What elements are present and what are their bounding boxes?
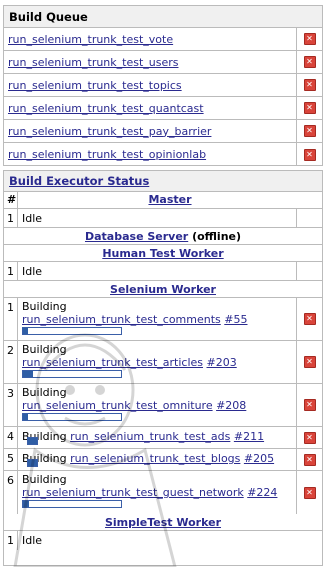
progress-bar: [27, 437, 38, 445]
cancel-icon[interactable]: ✕: [303, 79, 316, 91]
executor-status-link[interactable]: Build Executor Status: [9, 174, 149, 188]
cancel-icon[interactable]: ✕: [303, 148, 316, 161]
job-link[interactable]: run_selenium_trunk_test_omniture: [22, 399, 213, 412]
slot-number: 5: [4, 449, 18, 470]
slot-number: 1: [4, 262, 18, 280]
executor-column-header: # Master: [4, 192, 322, 209]
build-number-link[interactable]: #203: [207, 356, 237, 369]
executor-status-panel: Build Executor Status # Master 1 Idle Da…: [3, 170, 323, 566]
slot-status: Building: [22, 473, 67, 486]
job-link[interactable]: run_selenium_trunk_test_ads: [70, 430, 230, 443]
cancel-icon[interactable]: ✕: [303, 453, 316, 466]
selenium-worker-header: Selenium Worker: [4, 281, 322, 298]
queue-job-link[interactable]: run_selenium_trunk_test_vote: [8, 33, 173, 46]
progress-bar: [22, 327, 122, 335]
progress-fill: [23, 328, 28, 334]
cancel-icon[interactable]: ✕: [303, 125, 316, 137]
database-server-header: Database Server (offline): [4, 228, 322, 245]
progress-bar: [27, 459, 38, 467]
job-link[interactable]: run_selenium_trunk_test_articles: [22, 356, 203, 369]
slot-number: 4: [4, 427, 18, 448]
slot-status: Idle: [22, 534, 43, 547]
selenium-worker-link[interactable]: Selenium Worker: [110, 283, 216, 296]
queue-item: run_selenium_trunk_test_vote ✕: [4, 28, 322, 51]
queue-item: run_selenium_trunk_test_users ✕: [4, 51, 322, 74]
human-test-worker-link[interactable]: Human Test Worker: [102, 247, 223, 260]
cancel-icon[interactable]: ✕: [303, 313, 316, 325]
build-number-link[interactable]: #55: [224, 313, 247, 326]
build-queue-title: Build Queue: [4, 6, 322, 28]
build-number-link[interactable]: #208: [216, 399, 246, 412]
master-slot-1: 1 Idle: [4, 209, 322, 228]
build-queue-panel: Build Queue run_selenium_trunk_test_vote…: [3, 5, 323, 166]
queue-job-link[interactable]: run_selenium_trunk_test_quantcast: [8, 102, 204, 115]
build-number-link[interactable]: #205: [244, 452, 274, 465]
job-link[interactable]: run_selenium_trunk_test_blogs: [70, 452, 240, 465]
queue-item: run_selenium_trunk_test_quantcast ✕: [4, 97, 322, 120]
queue-item: run_selenium_trunk_test_pay_barrier ✕: [4, 120, 322, 143]
simpletest-slot-1: 1 Idle: [4, 531, 322, 550]
cancel-icon[interactable]: ✕: [303, 102, 316, 114]
queue-item: run_selenium_trunk_test_opinionlab ✕: [4, 143, 322, 166]
job-link[interactable]: run_selenium_trunk_test_guest_network: [22, 486, 244, 499]
selenium-slot: 5 Building run_selenium_trunk_test_blogs …: [4, 449, 322, 471]
build-number-link[interactable]: #224: [247, 486, 277, 499]
offline-label: (offline): [192, 230, 242, 243]
cancel-icon[interactable]: ✕: [303, 33, 316, 45]
queue-job-link[interactable]: run_selenium_trunk_test_opinionlab: [8, 148, 206, 161]
cancel-icon[interactable]: ✕: [303, 399, 316, 411]
queue-item: run_selenium_trunk_test_topics ✕: [4, 74, 322, 97]
cancel-icon[interactable]: ✕: [303, 356, 316, 368]
queue-job-link[interactable]: run_selenium_trunk_test_pay_barrier: [8, 125, 211, 138]
slot-number: 1: [4, 209, 18, 227]
cancel-icon[interactable]: ✕: [303, 431, 316, 444]
slot-number: 6: [4, 471, 18, 514]
slot-number: 3: [4, 384, 18, 426]
progress-fill: [28, 438, 37, 444]
progress-bar: [22, 370, 122, 378]
build-number-link[interactable]: #211: [234, 430, 264, 443]
progress-fill: [28, 460, 37, 466]
progress-bar: [22, 413, 122, 421]
executor-status-header: Build Executor Status: [4, 171, 322, 192]
selenium-slot: 2 Building run_selenium_trunk_test_article…: [4, 341, 322, 384]
simpletest-worker-header: SimpleTest Worker: [4, 514, 322, 531]
slot-number: 1: [4, 531, 18, 550]
slot-status: Building: [22, 300, 67, 313]
selenium-slot: 1 Building run_selenium_trunk_test_comment…: [4, 298, 322, 341]
selenium-slot: 3 Building run_selenium_trunk_test_omnitur…: [4, 384, 322, 427]
slot-status: Building: [22, 386, 67, 399]
human-slot-1: 1 Idle: [4, 262, 322, 281]
slot-status: Idle: [18, 209, 297, 227]
master-link[interactable]: Master: [148, 193, 191, 206]
selenium-slot: 4 Building run_selenium_trunk_test_ads #2…: [4, 427, 322, 449]
slot-status: Idle: [18, 262, 297, 280]
slot-number: 2: [4, 341, 18, 383]
slot-number: 1: [4, 298, 18, 340]
cancel-icon[interactable]: ✕: [303, 486, 316, 499]
simpletest-worker-link[interactable]: SimpleTest Worker: [105, 516, 221, 529]
col-num-header: #: [4, 192, 18, 208]
job-link[interactable]: run_selenium_trunk_test_comments: [22, 313, 221, 326]
progress-bar: [22, 500, 122, 508]
database-server-link[interactable]: Database Server: [85, 230, 188, 243]
queue-job-link[interactable]: run_selenium_trunk_test_users: [8, 56, 179, 69]
slot-status: Building: [22, 343, 67, 356]
queue-job-link[interactable]: run_selenium_trunk_test_topics: [8, 79, 182, 92]
progress-fill: [23, 414, 28, 420]
cancel-icon[interactable]: ✕: [303, 56, 316, 68]
human-test-worker-header: Human Test Worker: [4, 245, 322, 262]
selenium-slot: 6 Building run_selenium_trunk_test_guest_n…: [4, 471, 322, 514]
progress-fill: [23, 501, 29, 507]
progress-fill: [23, 371, 33, 377]
